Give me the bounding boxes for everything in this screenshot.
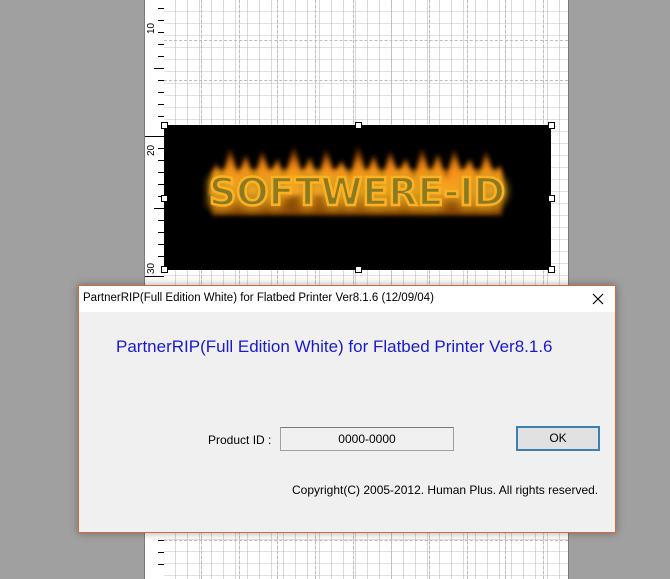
ok-button[interactable]: OK xyxy=(516,426,600,451)
ruler-tick xyxy=(145,276,164,277)
dialog-title: PartnerRIP(Full Edition White) for Flatb… xyxy=(83,292,434,304)
resize-handle-top[interactable] xyxy=(355,122,362,129)
product-name-heading: PartnerRIP(Full Edition White) for Flatb… xyxy=(116,337,553,356)
copyright-text: Copyright(C) 2005-2012. Human Plus. All … xyxy=(292,483,599,497)
ruler-tick xyxy=(154,208,164,209)
resize-handle-bottom-right[interactable] xyxy=(548,266,555,273)
resize-handle-right[interactable] xyxy=(548,195,555,202)
resize-handle-bottom-left[interactable] xyxy=(161,266,168,273)
product-id-label: Product ID : xyxy=(208,433,272,447)
product-id-field[interactable]: 0000-0000 xyxy=(280,427,454,451)
resize-handle-top-right[interactable] xyxy=(548,122,555,129)
artwork-text: SOFTWERE-ID xyxy=(209,170,505,214)
fire-artwork: SOFTWERE-ID xyxy=(208,143,506,215)
resize-handle-top-left[interactable] xyxy=(161,122,168,129)
fire-text-image[interactable]: SOFTWERE-ID xyxy=(164,125,551,270)
close-icon xyxy=(592,293,604,305)
grid-line xyxy=(164,40,568,41)
grid-line xyxy=(164,80,568,81)
close-button[interactable] xyxy=(581,286,615,312)
grid-line xyxy=(164,540,568,541)
ruler-label-10: 10 xyxy=(146,22,157,34)
dialog-titlebar[interactable]: PartnerRIP(Full Edition White) for Flatb… xyxy=(79,286,615,312)
resize-handle-left[interactable] xyxy=(161,195,168,202)
resize-handle-bottom[interactable] xyxy=(355,266,362,273)
ruler-tick xyxy=(154,68,164,69)
ruler-label-30: 30 xyxy=(146,262,157,274)
about-dialog: PartnerRIP(Full Edition White) for Flatb… xyxy=(78,285,616,533)
ruler-label-20: 20 xyxy=(146,144,157,156)
